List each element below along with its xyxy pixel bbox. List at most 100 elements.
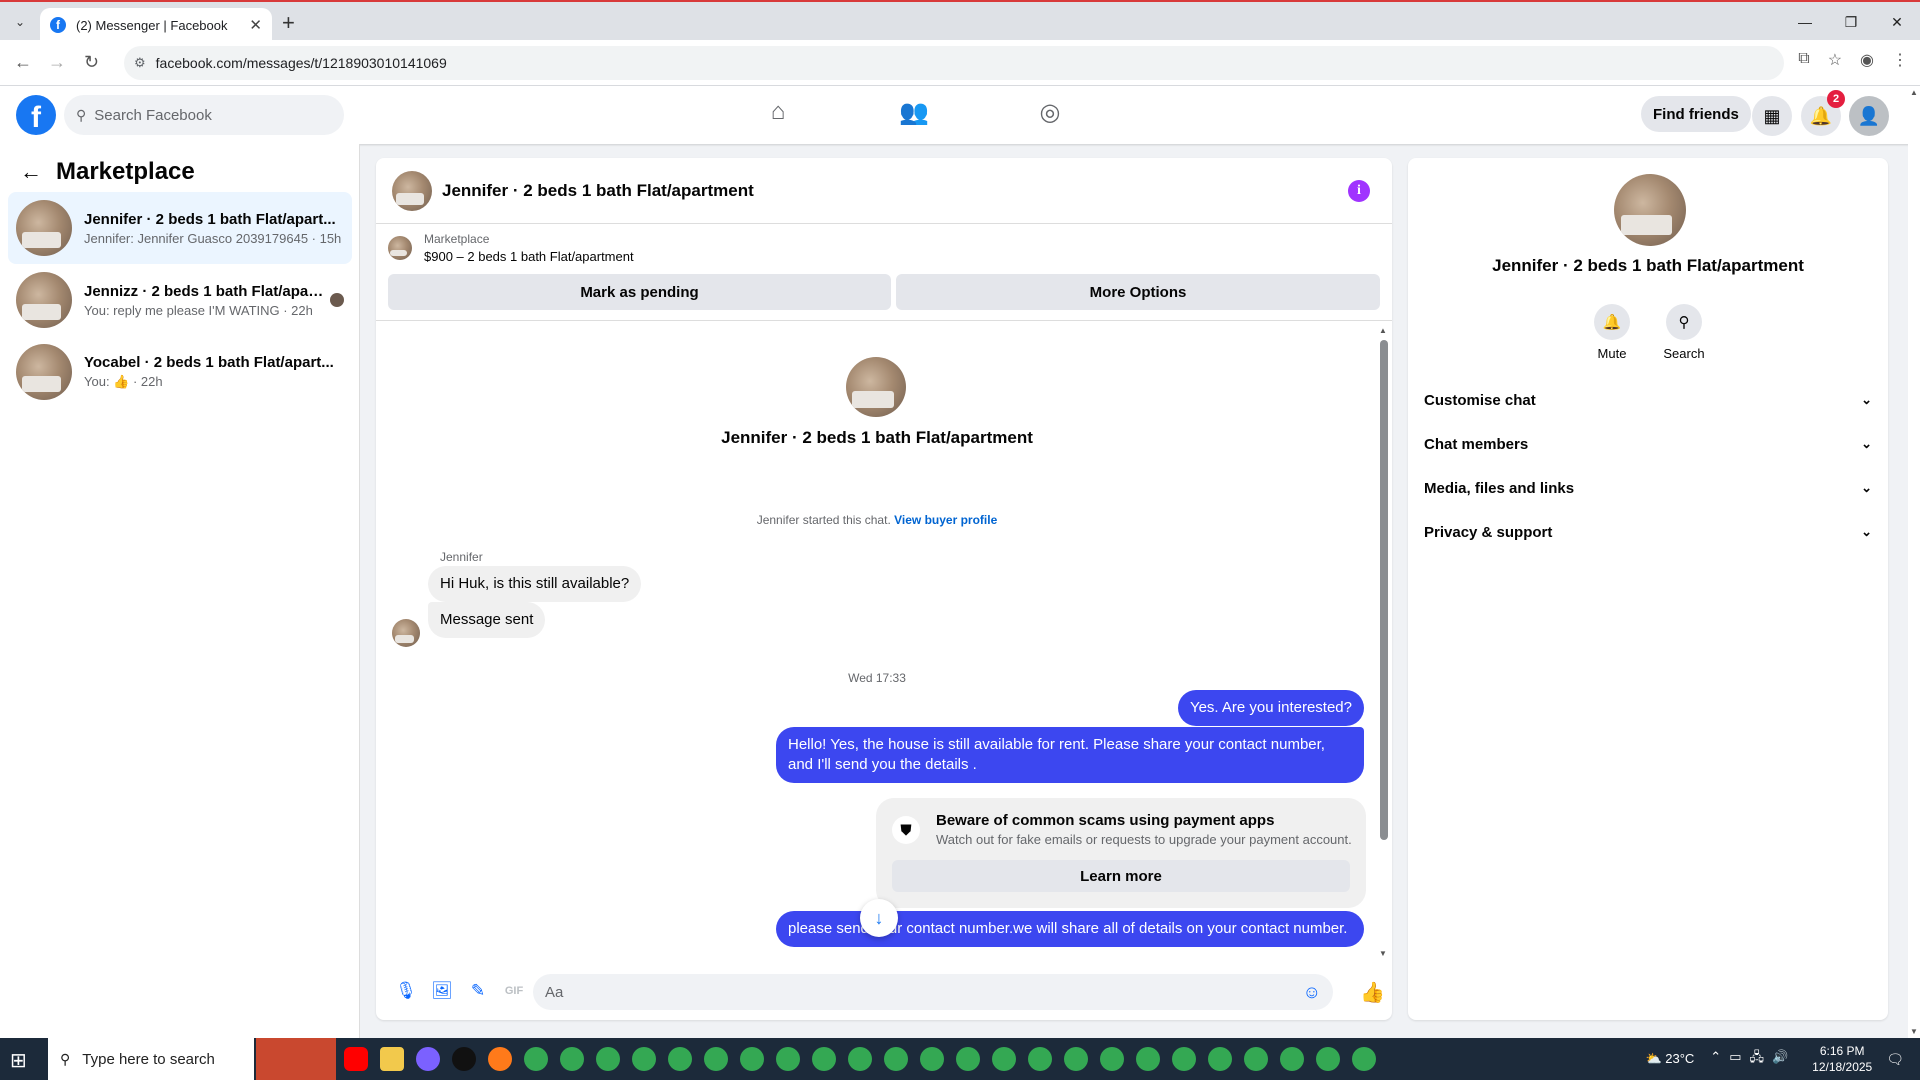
chrome-icon[interactable] xyxy=(1064,1047,1088,1071)
chrome-icon[interactable] xyxy=(1244,1047,1268,1071)
tiktok-icon[interactable] xyxy=(452,1047,476,1071)
copilot-icon[interactable] xyxy=(416,1047,440,1071)
chrome-icon[interactable] xyxy=(1352,1047,1376,1071)
scroll-up-arrow-icon[interactable]: ▲ xyxy=(1379,326,1387,335)
restore-button[interactable]: ❐ xyxy=(1828,8,1874,36)
section-media-files-links[interactable]: Media, files and links ⌄ xyxy=(1424,470,1872,506)
chat-list-item[interactable]: Jennifer · 2 beds 1 bath Flat/apart... J… xyxy=(8,192,352,264)
chrome-icon[interactable] xyxy=(1208,1047,1232,1071)
message-bubble-incoming[interactable]: Message sent xyxy=(428,602,546,638)
section-customise-chat[interactable]: Customise chat ⌄ xyxy=(1424,382,1872,418)
chrome-icon[interactable] xyxy=(740,1047,764,1071)
account-avatar[interactable]: 👤 xyxy=(1849,96,1889,136)
chrome-icon[interactable] xyxy=(1028,1047,1052,1071)
learn-more-button[interactable]: Learn more xyxy=(892,860,1350,892)
message-input[interactable]: Aa ☺ xyxy=(533,974,1333,1010)
facebook-logo[interactable]: f xyxy=(16,95,56,135)
notification-center-icon[interactable]: 🗨 xyxy=(1886,1051,1904,1068)
chrome-icon[interactable] xyxy=(992,1047,1016,1071)
chrome-icon[interactable] xyxy=(848,1047,872,1071)
windows-start-icon[interactable]: ⊞ xyxy=(10,1048,27,1073)
conversation-avatar[interactable] xyxy=(392,170,432,211)
more-options-button[interactable]: More Options xyxy=(896,274,1380,310)
message-bubble-outgoing[interactable]: Hello! Yes, the house is still available… xyxy=(776,727,1364,783)
message-scrollbar[interactable]: ▲ ▼ xyxy=(1378,326,1390,958)
page-scrollbar[interactable]: ▲ ▼ xyxy=(1908,86,1920,1038)
mute-button[interactable]: 🔔 Mute xyxy=(1582,304,1642,361)
menu-grid-icon[interactable]: ▦ xyxy=(1752,96,1792,136)
chrome-icon[interactable] xyxy=(920,1047,944,1071)
chrome-icon[interactable] xyxy=(1136,1047,1160,1071)
home-icon[interactable]: ⌂ xyxy=(760,98,796,127)
friends-icon[interactable]: 👥 xyxy=(896,98,932,127)
scrollbar-thumb[interactable] xyxy=(1380,340,1388,840)
tray-icons[interactable]: ⌃▭🖧🔊 xyxy=(1710,1048,1796,1070)
install-app-icon[interactable]: ⧉ xyxy=(1798,50,1809,70)
search-highlight-image[interactable] xyxy=(256,1038,336,1080)
conversation-title[interactable]: Jennifer · 2 beds 1 bath Flat/apartment xyxy=(442,181,754,201)
marketplace-listing[interactable]: Marketplace $900 – 2 beds 1 bath Flat/ap… xyxy=(388,232,634,264)
chrome-icon[interactable] xyxy=(884,1047,908,1071)
back-icon[interactable]: ← xyxy=(14,52,32,73)
firefox-icon[interactable] xyxy=(488,1047,512,1071)
weather-widget[interactable]: ⛅ 23°C xyxy=(1645,1051,1694,1067)
bookmark-star-icon[interactable]: ☆ xyxy=(1828,50,1842,70)
chat-list-item[interactable]: Yocabel · 2 beds 1 bath Flat/apart... Yo… xyxy=(8,336,352,408)
chrome-icon[interactable] xyxy=(1172,1047,1196,1071)
site-info-icon[interactable]: ⚙ xyxy=(134,55,146,71)
youtube-icon[interactable] xyxy=(344,1047,368,1071)
chrome-icon[interactable] xyxy=(812,1047,836,1071)
page-scroll-up-icon[interactable]: ▲ xyxy=(1910,88,1918,97)
search-conversation-button[interactable]: ⚲ Search xyxy=(1654,304,1714,361)
emoji-icon[interactable]: ☺ xyxy=(1303,982,1321,1003)
browser-tab[interactable]: f (2) Messenger | Facebook ✕ xyxy=(40,8,272,42)
tab-close-icon[interactable]: ✕ xyxy=(249,16,262,34)
chrome-icon[interactable] xyxy=(956,1047,980,1071)
chrome-icon[interactable] xyxy=(596,1047,620,1071)
file-explorer-icon[interactable] xyxy=(380,1047,404,1071)
message-bubble-outgoing[interactable]: Yes. Are you interested? xyxy=(1177,690,1364,726)
chrome-icon[interactable] xyxy=(560,1047,584,1071)
gif-icon[interactable]: GIF xyxy=(496,985,532,997)
menu-dots-icon[interactable]: ⋮ xyxy=(1892,50,1908,70)
search-icon: ⚲ xyxy=(76,106,87,123)
chrome-icon[interactable] xyxy=(1316,1047,1340,1071)
chrome-icon[interactable] xyxy=(1280,1047,1304,1071)
find-friends-button[interactable]: Find friends xyxy=(1641,96,1751,132)
message-list[interactable]: Jennifer · 2 beds 1 bath Flat/apartment … xyxy=(376,321,1378,961)
groups-icon[interactable]: ◎ xyxy=(1032,98,1068,127)
section-chat-members[interactable]: Chat members ⌄ xyxy=(1424,426,1872,462)
minimize-button[interactable]: — xyxy=(1782,8,1828,36)
message-bubble-incoming[interactable]: Hi Huk, is this still available? xyxy=(428,566,642,602)
scroll-to-bottom-icon[interactable]: ↓ xyxy=(860,899,898,937)
search-input[interactable]: ⚲ Search Facebook xyxy=(64,95,344,135)
close-window-button[interactable]: ✕ xyxy=(1874,8,1920,36)
chrome-icon[interactable] xyxy=(704,1047,728,1071)
chrome-icon[interactable] xyxy=(524,1047,548,1071)
chrome-icon[interactable] xyxy=(1100,1047,1124,1071)
reload-icon[interactable]: ↻ xyxy=(84,52,99,73)
taskbar-search[interactable]: ⚲ Type here to search xyxy=(48,1038,254,1080)
chrome-icon[interactable] xyxy=(668,1047,692,1071)
chat-list-item[interactable]: Jennizz · 2 beds 1 bath Flat/apar... You… xyxy=(8,264,352,336)
info-icon[interactable]: i xyxy=(1348,180,1370,202)
page-scroll-down-icon[interactable]: ▼ xyxy=(1910,1027,1918,1036)
attach-image-icon[interactable]: 🖼 xyxy=(424,981,460,1001)
profile-icon[interactable]: ◉ xyxy=(1860,50,1874,70)
new-tab-button[interactable]: + xyxy=(282,10,295,36)
notifications-bell-icon[interactable]: 🔔 2 xyxy=(1801,90,1845,136)
forward-icon[interactable]: → xyxy=(48,52,66,73)
back-arrow-icon[interactable]: ← xyxy=(20,159,42,185)
sticker-icon[interactable]: ✎ xyxy=(460,981,496,1001)
chrome-icon[interactable] xyxy=(776,1047,800,1071)
clock[interactable]: 6:16 PM 12/18/2025 xyxy=(1812,1043,1872,1075)
mark-as-pending-button[interactable]: Mark as pending xyxy=(388,274,891,310)
microphone-icon[interactable]: 🎙 xyxy=(388,981,424,1001)
tab-search-chevron-icon[interactable]: ⌄ xyxy=(8,10,32,34)
like-thumb-icon[interactable]: 👍 xyxy=(1360,980,1385,1005)
chrome-icon[interactable] xyxy=(632,1047,656,1071)
scroll-down-arrow-icon[interactable]: ▼ xyxy=(1379,949,1387,958)
address-bar[interactable]: ⚙ facebook.com/messages/t/12189030101410… xyxy=(124,46,1784,80)
section-privacy-support[interactable]: Privacy & support ⌄ xyxy=(1424,514,1872,550)
view-buyer-profile-link[interactable]: View buyer profile xyxy=(894,513,997,527)
